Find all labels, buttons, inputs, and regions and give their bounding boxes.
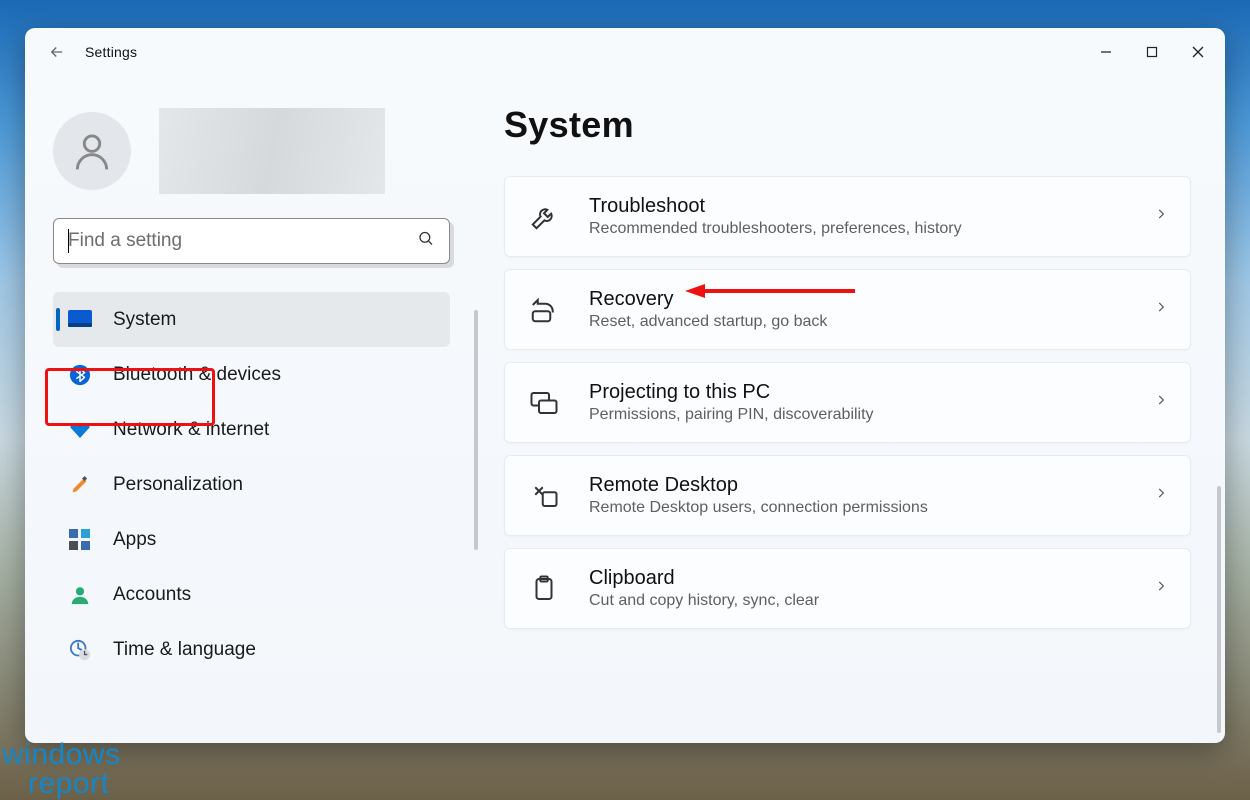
- search-box[interactable]: [53, 218, 450, 264]
- nav-list: System Bluetooth & devices Network & int…: [53, 292, 472, 677]
- sidebar-item-apps[interactable]: Apps: [53, 512, 450, 567]
- remote-desktop-icon: [527, 479, 561, 513]
- card-title: Remote Desktop: [589, 474, 1126, 497]
- card-subtitle: Recommended troubleshooters, preferences…: [589, 220, 1126, 238]
- bluetooth-icon: [67, 362, 93, 388]
- maximize-button[interactable]: [1129, 32, 1175, 72]
- card-troubleshoot[interactable]: Troubleshoot Recommended troubleshooters…: [504, 176, 1191, 257]
- card-title: Troubleshoot: [589, 195, 1126, 218]
- window-controls: [1083, 32, 1221, 72]
- window-title: Settings: [85, 44, 137, 60]
- wifi-icon: [67, 417, 93, 443]
- sidebar-item-bluetooth[interactable]: Bluetooth & devices: [53, 347, 450, 402]
- card-subtitle: Remote Desktop users, connection permiss…: [589, 499, 1126, 517]
- titlebar: Settings: [25, 28, 1225, 76]
- card-title: Projecting to this PC: [589, 381, 1126, 404]
- sidebar-item-label: Bluetooth & devices: [113, 364, 281, 386]
- card-title: Recovery: [589, 288, 1126, 311]
- main-pane: System Troubleshoot Recommended troubles…: [480, 76, 1225, 743]
- sidebar-item-label: Accounts: [113, 584, 191, 606]
- wrench-icon: [527, 200, 561, 234]
- brush-icon: [67, 472, 93, 498]
- minimize-button[interactable]: [1083, 32, 1129, 72]
- sidebar-item-personalization[interactable]: Personalization: [53, 457, 450, 512]
- chevron-right-icon: [1154, 393, 1168, 412]
- card-subtitle: Reset, advanced startup, go back: [589, 313, 1126, 331]
- profile-block[interactable]: [53, 96, 472, 218]
- chevron-right-icon: [1154, 207, 1168, 226]
- recovery-icon: [527, 293, 561, 327]
- sidebar-item-label: Apps: [113, 529, 156, 551]
- card-remote-desktop[interactable]: Remote Desktop Remote Desktop users, con…: [504, 455, 1191, 536]
- clipboard-icon: [527, 572, 561, 606]
- card-clipboard[interactable]: Clipboard Cut and copy history, sync, cl…: [504, 548, 1191, 629]
- system-icon: [67, 307, 93, 333]
- sidebar-scrollbar[interactable]: [474, 310, 478, 550]
- card-projecting[interactable]: Projecting to this PC Permissions, pairi…: [504, 362, 1191, 443]
- card-subtitle: Cut and copy history, sync, clear: [589, 592, 1126, 610]
- sidebar-item-label: Network & internet: [113, 419, 269, 441]
- card-title: Clipboard: [589, 567, 1126, 590]
- clock-globe-icon: [67, 637, 93, 663]
- sidebar-item-time-language[interactable]: Time & language: [53, 622, 450, 677]
- settings-window: Settings: [25, 28, 1225, 743]
- projecting-icon: [527, 386, 561, 420]
- apps-icon: [67, 527, 93, 553]
- card-recovery[interactable]: Recovery Reset, advanced startup, go bac…: [504, 269, 1191, 350]
- sidebar-item-system[interactable]: System: [53, 292, 450, 347]
- card-subtitle: Permissions, pairing PIN, discoverabilit…: [589, 406, 1126, 424]
- sidebar-item-network[interactable]: Network & internet: [53, 402, 450, 457]
- chevron-right-icon: [1154, 486, 1168, 505]
- watermark-line2: report: [2, 770, 121, 799]
- close-button[interactable]: [1175, 32, 1221, 72]
- chevron-right-icon: [1154, 300, 1168, 319]
- sidebar-item-label: Time & language: [113, 639, 256, 661]
- settings-cards: Troubleshoot Recommended troubleshooters…: [504, 176, 1191, 629]
- page-title: System: [504, 104, 1191, 146]
- chevron-right-icon: [1154, 579, 1168, 598]
- sidebar-item-label: Personalization: [113, 474, 243, 496]
- watermark: windows report: [2, 741, 121, 798]
- watermark-line1: windows: [2, 741, 121, 770]
- back-button[interactable]: [37, 32, 77, 72]
- person-icon: [67, 582, 93, 608]
- sidebar: System Bluetooth & devices Network & int…: [25, 76, 480, 743]
- avatar: [53, 112, 131, 190]
- sidebar-item-label: System: [113, 309, 176, 331]
- sidebar-item-accounts[interactable]: Accounts: [53, 567, 450, 622]
- search-icon: [417, 230, 435, 253]
- main-scrollbar[interactable]: [1217, 486, 1221, 733]
- search-input[interactable]: [68, 230, 405, 252]
- user-name-redacted: [159, 108, 385, 194]
